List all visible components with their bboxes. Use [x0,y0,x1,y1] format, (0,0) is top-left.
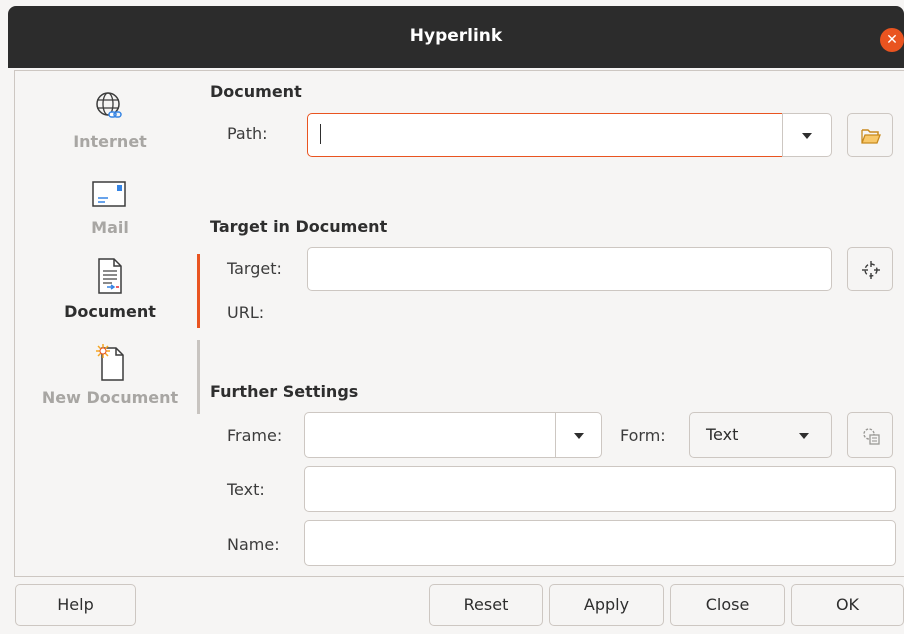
path-label: Path: [227,124,268,143]
chevron-down-icon [574,433,584,439]
path-dropdown-button[interactable] [782,113,832,157]
chevron-down-icon [802,133,812,139]
form-select[interactable]: Text [689,412,832,458]
form-label: Form: [620,426,666,445]
name-input[interactable] [304,520,896,566]
frame-label: Frame: [227,426,283,445]
sidebar-item-label: Mail [91,218,129,237]
ok-button[interactable]: OK [791,584,904,626]
url-label: URL: [227,303,265,322]
text-caret [320,124,321,144]
document-icon [98,258,122,294]
sidebar-item-label: New Document [41,388,179,407]
target-input[interactable] [307,247,832,291]
close-button[interactable]: Close [670,584,785,626]
active-indicator [197,254,200,328]
window-title: Hyperlink [409,26,503,46]
events-button[interactable] [847,412,893,458]
sidebar-item-label: Document [64,302,156,321]
sidebar-item-internet[interactable]: Internet [22,90,198,160]
folder-open-icon [861,129,881,144]
text-input[interactable] [304,466,896,512]
sidebar-item-document[interactable]: Document [22,256,198,332]
sidebar-item-new-document[interactable]: New Document [22,342,198,418]
combo-divider [555,413,556,457]
section-title-target: Target in Document [210,217,388,236]
mail-icon [92,181,126,207]
reset-button[interactable]: Reset [429,584,543,626]
target-icon [862,261,880,279]
section-title-further-settings: Further Settings [210,382,359,401]
new-document-icon [96,344,124,381]
name-label: Name: [227,535,280,554]
open-file-button[interactable] [847,113,893,157]
target-label: Target: [227,259,282,278]
section-title-document: Document [210,82,302,101]
target-button[interactable] [847,247,893,291]
frame-combobox[interactable] [304,412,602,458]
path-input[interactable] [307,113,783,157]
help-button[interactable]: Help [15,584,136,626]
title-bar: Hyperlink ✕ [8,6,904,68]
sidebar-item-label: Internet [73,132,147,151]
sidebar: Internet Mail Document New Document [22,76,198,576]
sidebar-scroll-indicator[interactable] [197,340,200,414]
form-value: Text [706,425,739,444]
text-label: Text: [227,480,265,499]
sidebar-item-mail[interactable]: Mail [22,176,198,246]
chevron-down-icon [799,433,809,439]
apply-button[interactable]: Apply [549,584,664,626]
close-icon[interactable]: ✕ [880,28,904,52]
events-icon [863,428,880,445]
internet-icon [96,92,122,118]
